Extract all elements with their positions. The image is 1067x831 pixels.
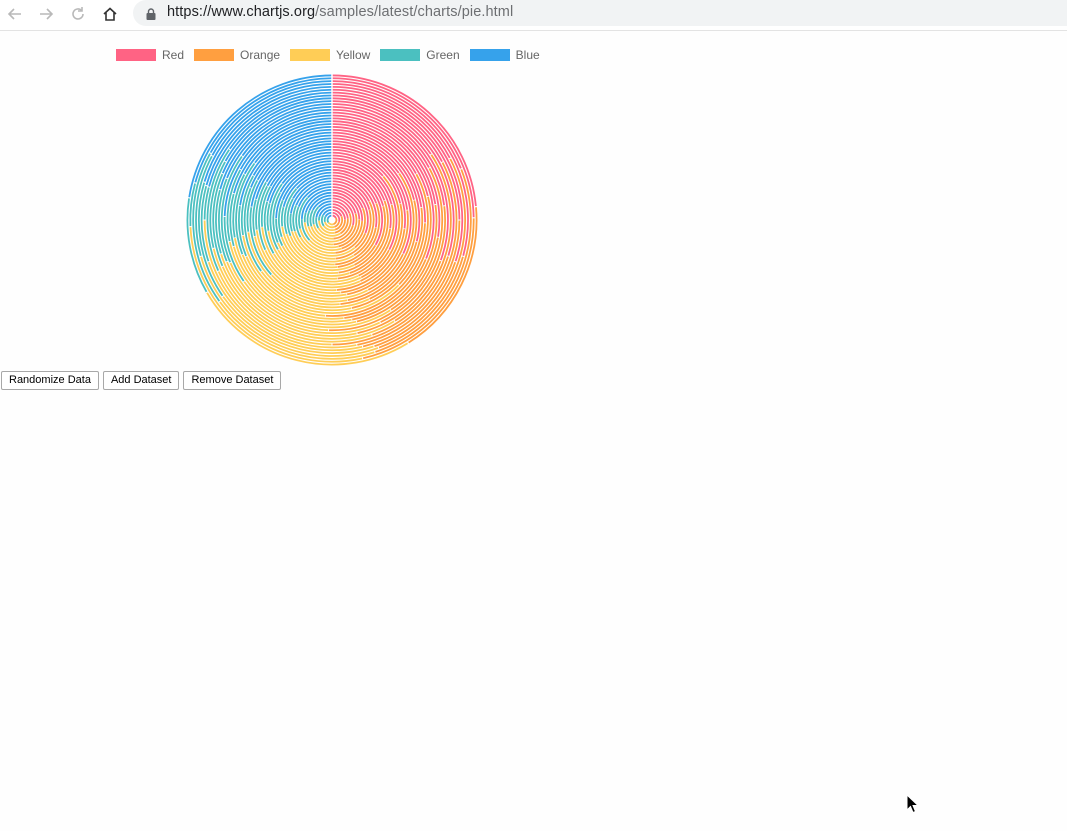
legend-swatch-blue: [469, 49, 510, 61]
legend-item-orange[interactable]: Orange: [194, 48, 280, 62]
browser-toolbar: https://www.chartjs.org/samples/latest/c…: [0, 0, 1067, 31]
legend-label-orange: Orange: [240, 48, 281, 62]
randomize-data-button[interactable]: Randomize Data: [1, 371, 99, 390]
chart-controls: Randomize Data Add Dataset Remove Datase…: [1, 371, 285, 390]
url-domain: https://www.chartjs.org: [167, 4, 316, 20]
chart-legend: Red Orange Yellow Green Blue: [116, 47, 550, 63]
pie-slice-green[interactable]: [289, 213, 293, 232]
pie-slice-green[interactable]: [266, 203, 271, 231]
add-dataset-button[interactable]: Add Dataset: [102, 371, 180, 390]
pie-chart[interactable]: [0, 70, 664, 370]
url-text: https://www.chartjs.org/samples/latest/c…: [167, 4, 513, 20]
pie-slice-green[interactable]: [326, 218, 330, 224]
remove-dataset-button[interactable]: Remove Dataset: [183, 371, 282, 390]
mouse-cursor-icon: [906, 793, 920, 819]
legend-swatch-yellow: [290, 49, 331, 61]
legend-item-green[interactable]: Green: [380, 48, 460, 62]
legend-label-blue: Blue: [515, 48, 540, 62]
legend-swatch-red: [116, 49, 156, 61]
url-path: /samples/latest/charts/pie.html: [315, 4, 514, 20]
pie-slice-green[interactable]: [303, 212, 307, 223]
pie-slice-yellow[interactable]: [327, 221, 334, 226]
legend-label-green: Green: [426, 48, 460, 62]
pie-slice-green[interactable]: [320, 214, 325, 227]
legend-label-yellow: Yellow: [336, 48, 371, 62]
back-icon[interactable]: [2, 2, 28, 26]
pie-slice-green[interactable]: [323, 216, 327, 223]
lock-icon: [146, 7, 156, 25]
legend-item-yellow[interactable]: Yellow: [290, 48, 370, 62]
forward-icon[interactable]: [33, 2, 59, 26]
pie-slice-green[interactable]: [315, 217, 320, 229]
legend-item-blue[interactable]: Blue: [469, 48, 540, 62]
reload-icon[interactable]: [65, 2, 91, 26]
pie-slice-green[interactable]: [306, 210, 311, 227]
legend-item-red[interactable]: Red: [116, 48, 184, 62]
legend-label-red: Red: [162, 48, 185, 62]
legend-swatch-orange: [194, 49, 235, 61]
pie-slice-green[interactable]: [280, 206, 285, 227]
pie-slice-orange[interactable]: [332, 217, 338, 226]
home-icon[interactable]: [97, 2, 123, 26]
legend-swatch-green: [380, 49, 421, 61]
address-bar[interactable]: https://www.chartjs.org/samples/latest/c…: [133, 0, 1067, 26]
